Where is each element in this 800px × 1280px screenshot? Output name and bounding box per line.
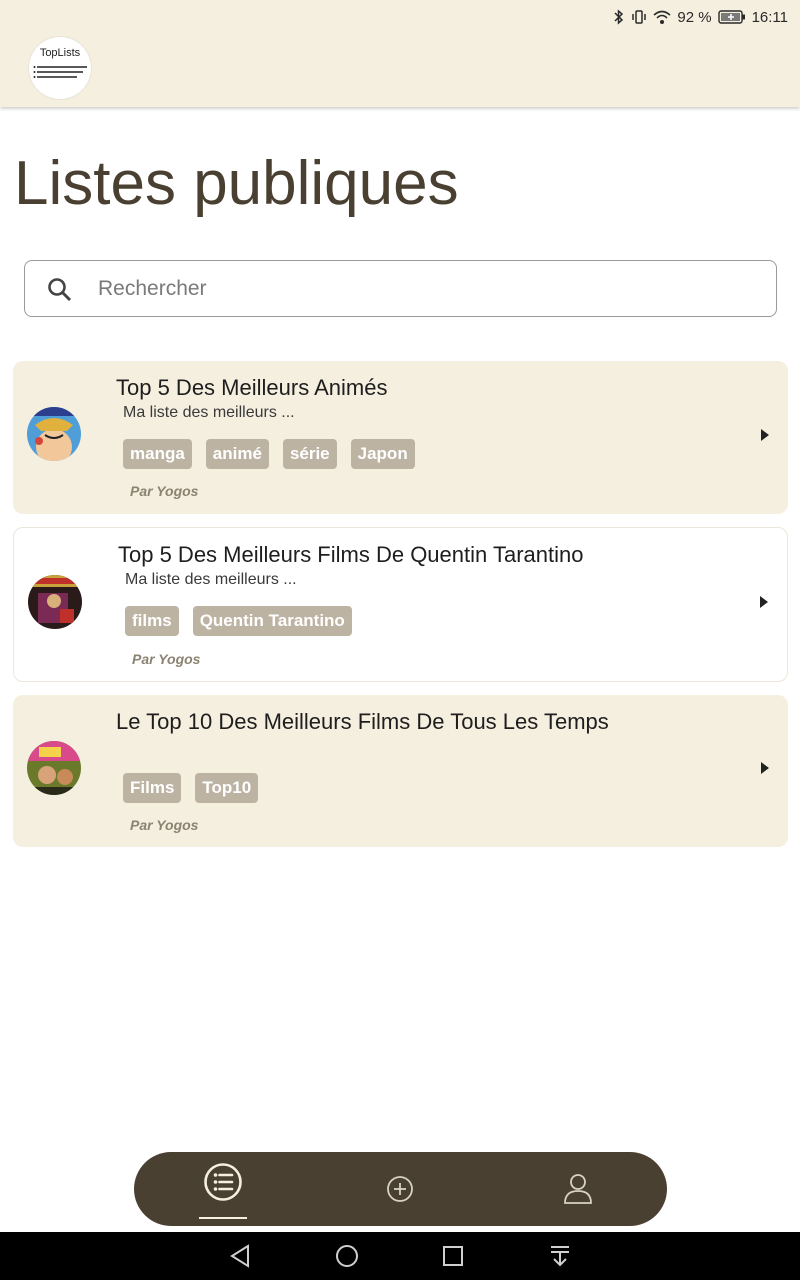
list-description: Ma liste des meilleurs ... [123, 404, 295, 421]
logo-text: TopLists [39, 47, 81, 59]
tag: Quentin Tarantino [192, 606, 352, 636]
list-icon [204, 1163, 242, 1201]
tag-list: manga animé série Japon [123, 439, 415, 469]
nav-public-lists[interactable] [173, 1152, 273, 1226]
list-author: Par Yogos [132, 651, 201, 667]
tag: série [282, 439, 337, 469]
search-icon[interactable] [47, 277, 73, 303]
list-title: Top 5 Des Meilleurs Films De Quentin Tar… [118, 542, 584, 567]
tag: Top10 [195, 773, 259, 803]
search-input[interactable] [98, 273, 738, 305]
tag: Films [123, 773, 182, 803]
system-nav-bar [0, 1232, 800, 1280]
battery-text: 92 % [677, 8, 712, 26]
bluetooth-icon [613, 9, 625, 25]
clock-text: 16:11 [751, 8, 788, 26]
nav-profile[interactable] [528, 1152, 628, 1226]
tag: animé [205, 439, 269, 469]
list-thumbnail-tarantino [28, 575, 82, 629]
list-title: Top 5 Des Meilleurs Animés [116, 375, 388, 400]
list-card-tarantino[interactable]: Top 5 Des Meilleurs Films De Quentin Tar… [13, 527, 788, 682]
list-thumbnail-top10 [27, 741, 81, 795]
tag: manga [123, 439, 192, 469]
home-icon[interactable] [335, 1244, 359, 1268]
logo-lines-icon [33, 66, 87, 78]
list-card-animes[interactable]: Top 5 Des Meilleurs Animés Ma liste des … [13, 361, 788, 514]
tag-list: films Quentin Tarantino [125, 606, 352, 636]
chevron-right-icon[interactable] [759, 595, 769, 609]
app-header: 92 % 16:11 TopLists [0, 0, 800, 107]
tag: Japon [350, 439, 415, 469]
active-tab-indicator [199, 1217, 247, 1219]
list-title: Le Top 10 Des Meilleurs Films De Tous Le… [116, 709, 609, 734]
bottom-nav [134, 1152, 667, 1226]
chevron-right-icon[interactable] [760, 428, 770, 442]
user-icon [564, 1174, 592, 1204]
tag: films [125, 606, 179, 636]
recents-icon[interactable] [442, 1244, 464, 1268]
wifi-icon [653, 9, 671, 25]
list-card-top10[interactable]: Le Top 10 Des Meilleurs Films De Tous Le… [13, 695, 788, 847]
list-thumbnail-animes [27, 407, 81, 461]
add-circle-icon [387, 1176, 413, 1202]
status-bar: 92 % 16:11 [613, 6, 788, 28]
page-title: Listes publiques [14, 149, 459, 218]
back-icon[interactable] [229, 1244, 251, 1268]
notifications-pull-icon[interactable] [549, 1244, 571, 1268]
battery-icon [717, 10, 746, 24]
list-author: Par Yogos [130, 483, 199, 499]
tag-list: Films Top10 [123, 773, 259, 803]
list-author: Par Yogos [130, 817, 199, 833]
list-description: Ma liste des meilleurs ... [125, 571, 297, 588]
app-logo[interactable]: TopLists [29, 37, 91, 99]
chevron-right-icon[interactable] [760, 761, 770, 775]
vibrate-icon [631, 9, 647, 25]
search-box[interactable] [24, 260, 777, 317]
nav-create-list[interactable] [350, 1152, 450, 1226]
